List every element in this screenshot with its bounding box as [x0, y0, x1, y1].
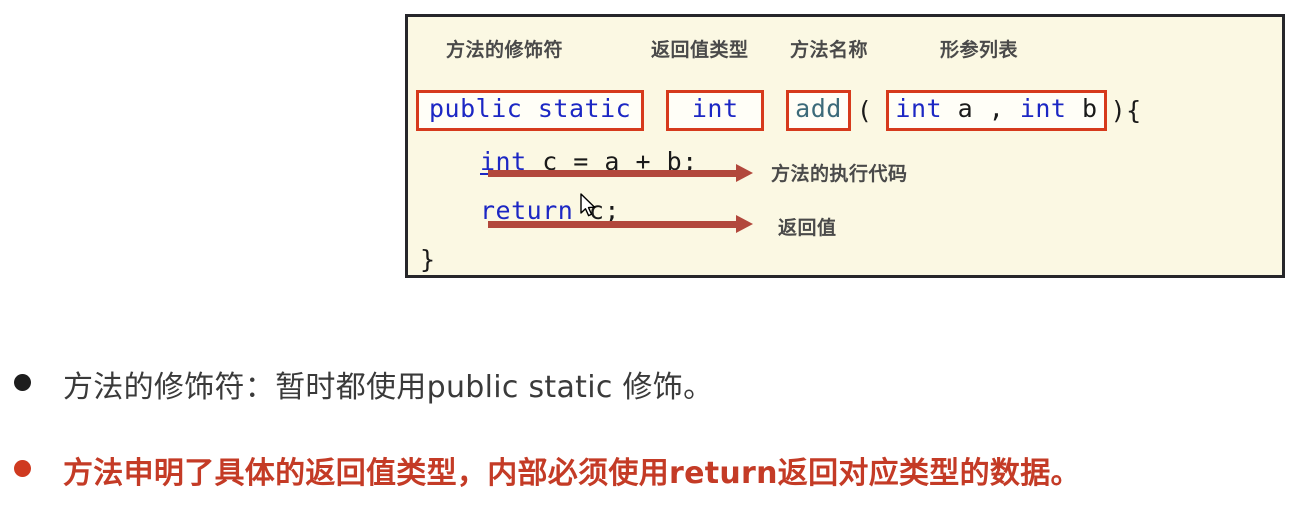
highlight-box-method-name: add [786, 90, 851, 131]
bullet-text-1: 方法的修饰符：暂时都使用public static 修饰。 [63, 370, 714, 405]
bullet-item-2: 方法申明了具体的返回值类型，内部必须使用return返回对应类型的数据。 [14, 448, 1081, 492]
code-token-method-name: add [795, 94, 842, 123]
annotation-label-return-type: 返回值类型 [651, 39, 749, 61]
bullet-dot-icon [14, 374, 31, 391]
bullet-text-2: 方法申明了具体的返回值类型，内部必须使用return返回对应类型的数据。 [63, 456, 1081, 491]
highlight-box-modifier: public static [416, 90, 645, 131]
method-structure-diagram: 方法的修饰符 返回值类型 方法名称 形参列表 public static int a… [405, 14, 1285, 278]
annotation-label-param-list: 形参列表 [940, 39, 1019, 61]
code-line-closing-brace: } [420, 245, 436, 274]
annotation-label-method-name: 方法名称 [790, 39, 869, 61]
annotation-label-modifier: 方法的修饰符 [446, 39, 564, 61]
bullet-item-1: 方法的修饰符：暂时都使用public static 修饰。 [14, 362, 713, 406]
code-token-return-type: int [691, 94, 739, 123]
code-token-modifier: public static [429, 94, 632, 123]
bullet-dot-icon [14, 460, 31, 477]
arrow-to-body-label [488, 164, 753, 182]
code-token-params: int a , int b [895, 94, 1098, 123]
highlight-box-return-type: int [666, 90, 765, 131]
highlight-box-params: int a , int b [886, 90, 1107, 131]
arrow-to-return-label [488, 215, 753, 233]
code-token-open-paren: ( [856, 95, 873, 125]
arrow-label-execution-code: 方法的执行代码 [771, 163, 908, 185]
code-line-signature: public static int add ( int a , int b ){ [416, 90, 1142, 131]
code-token-close-paren-brace: ){ [1110, 95, 1142, 125]
arrow-label-return-value: 返回值 [778, 217, 837, 239]
